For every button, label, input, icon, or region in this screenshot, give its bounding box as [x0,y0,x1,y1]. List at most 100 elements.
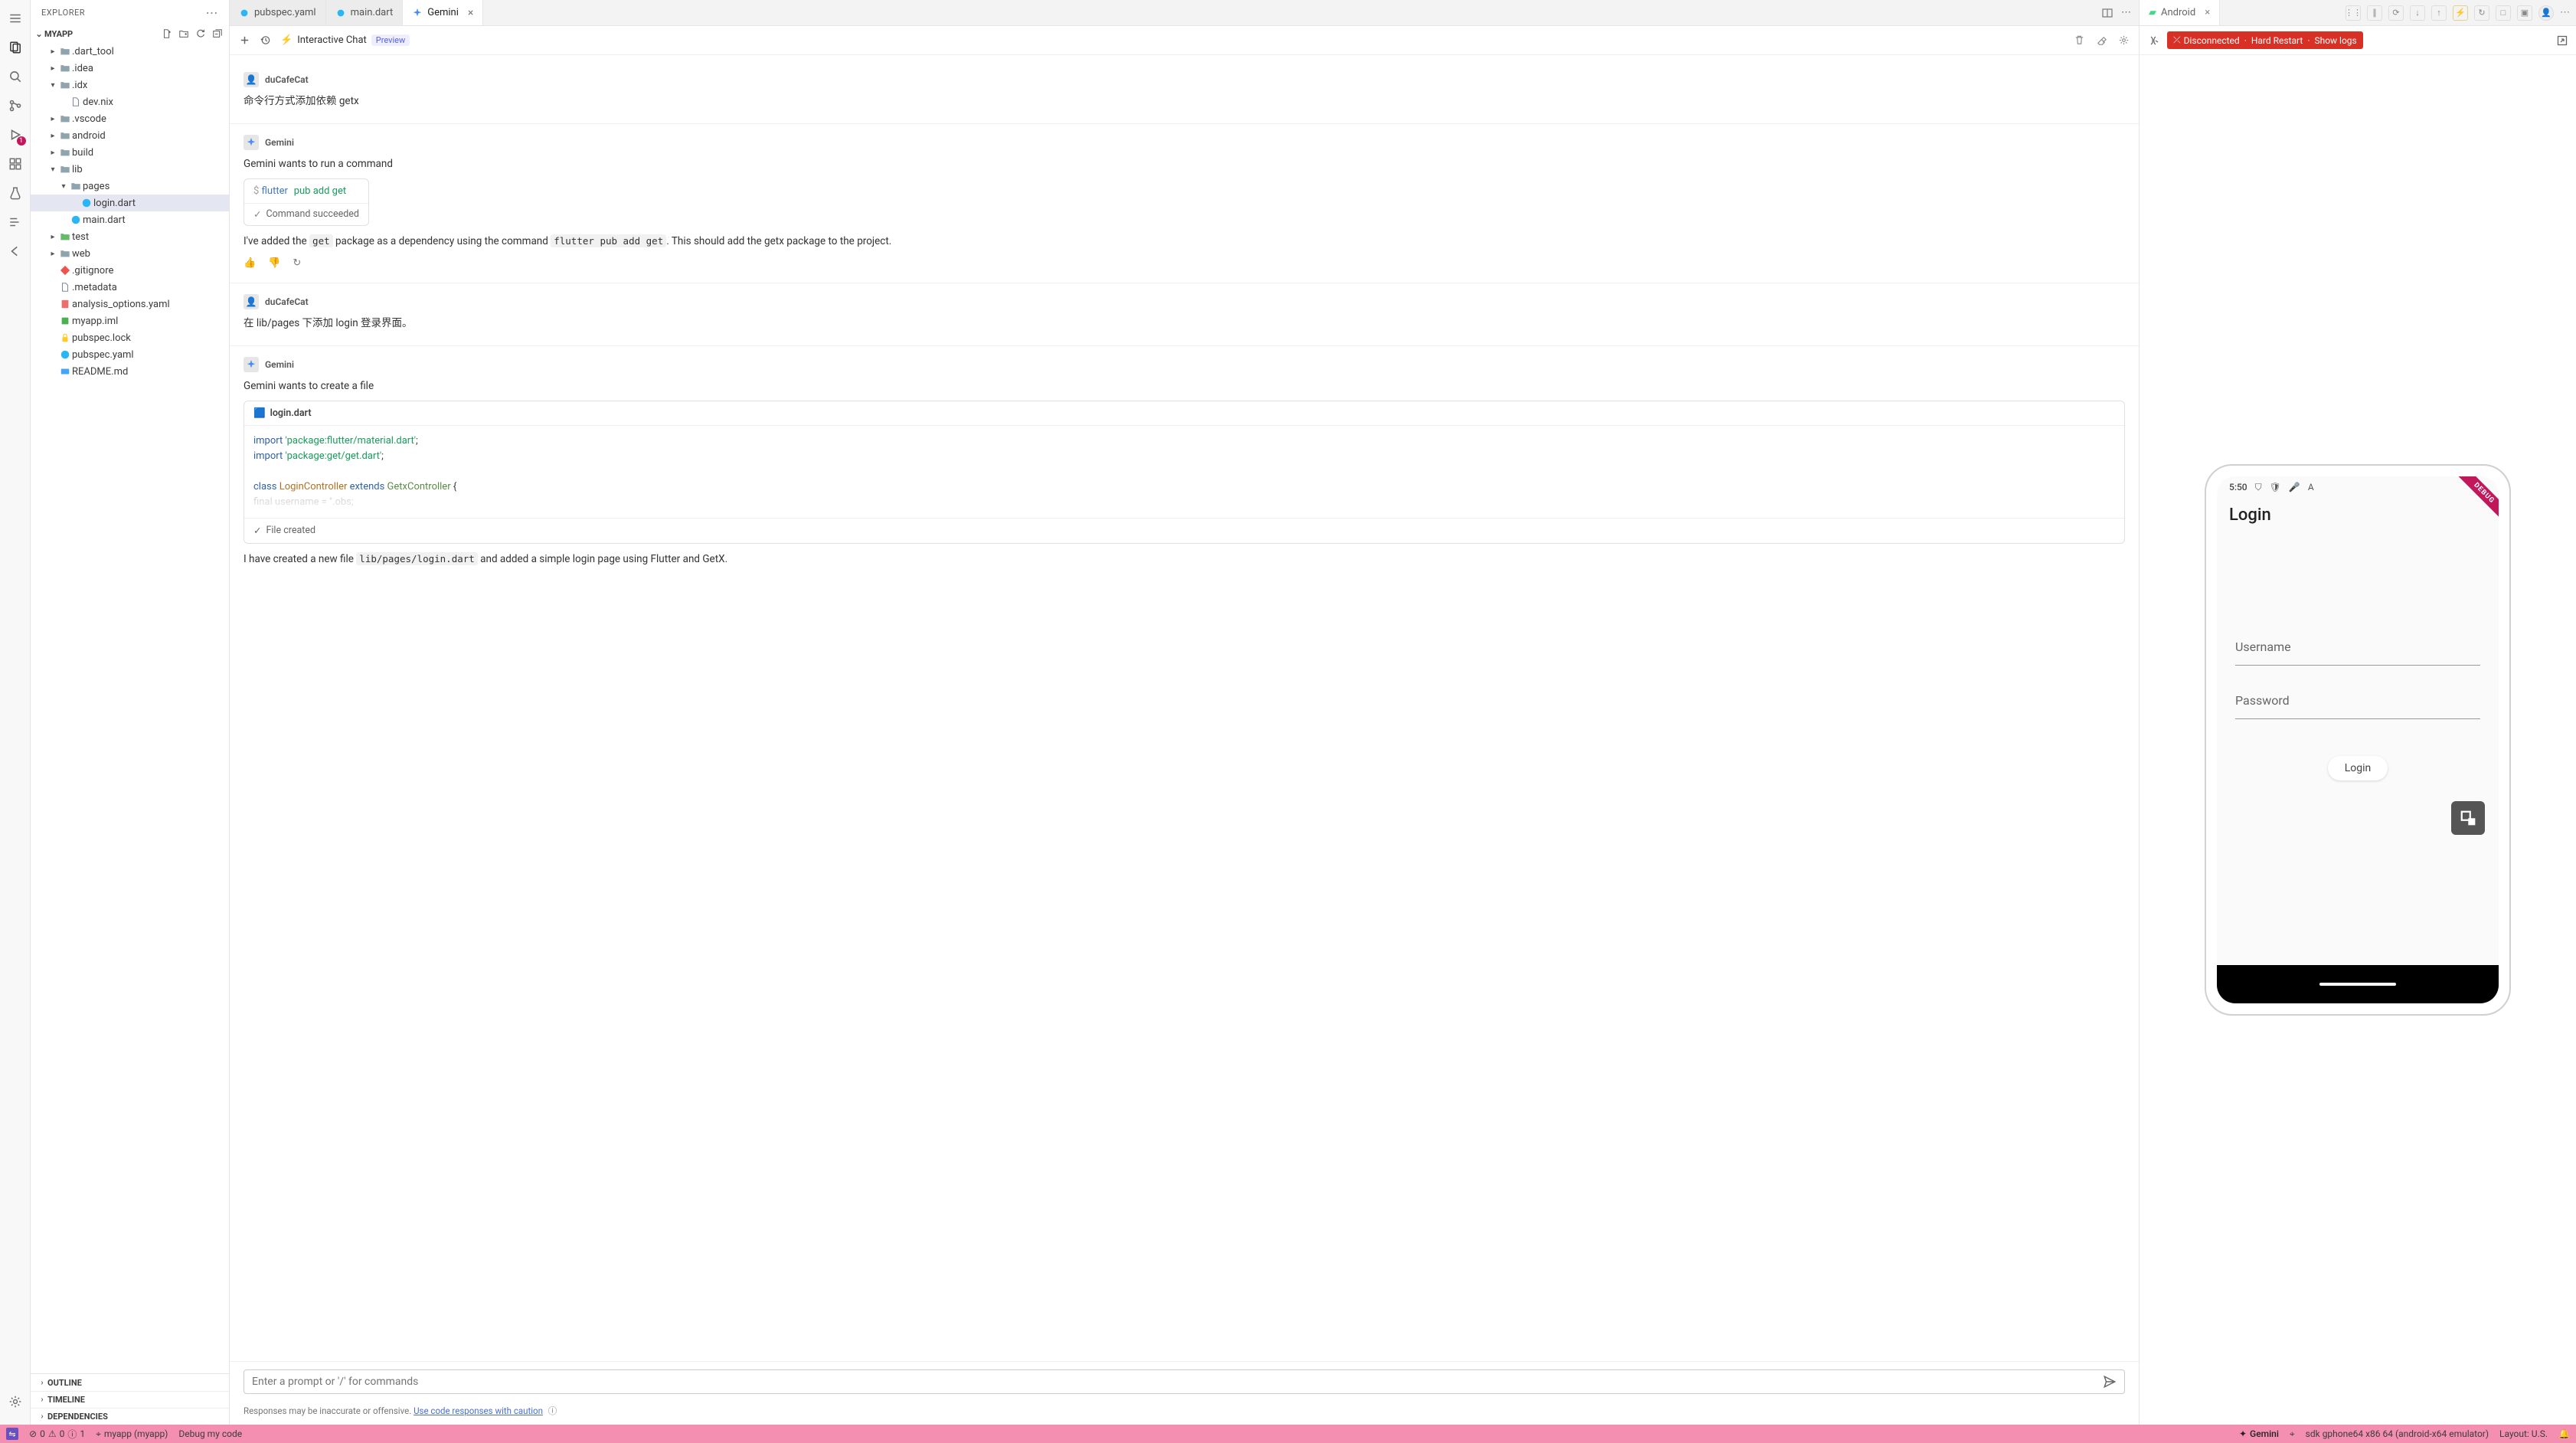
notifications-icon[interactable]: 🔔 [2558,1428,2570,1440]
tree-item[interactable]: pubspec.yaml [31,346,229,363]
tree-item[interactable]: ▸.vscode [31,110,229,127]
device-select-icon[interactable] [2147,34,2159,47]
tree-item[interactable]: ▸android [31,127,229,144]
preview-reload-icon[interactable]: ↻ [2474,5,2489,21]
preview-avatar-icon[interactable]: 👤 [2538,5,2554,21]
tree-item[interactable]: ▸.dart_tool [31,43,229,60]
source-control-icon[interactable] [3,93,28,118]
tree-item[interactable]: README.md [31,363,229,380]
tree-item[interactable]: .metadata [31,279,229,296]
settings-gear-icon[interactable] [3,1389,28,1414]
preview-mini-1-icon[interactable]: ⋮⋮ [2346,5,2361,21]
close-icon[interactable]: × [468,7,473,19]
command-card: $ flutter pub add get ✓Command succeeded [244,178,369,226]
device-indicator[interactable]: sdk gphone64 x86 64 (android-x64 emulato… [2306,1428,2489,1440]
connection-status[interactable]: ⤫ Disconnected Hard Restart Show logs [2167,31,2363,49]
timeline-section[interactable]: ›TIMELINE [31,1391,229,1408]
editor-more-icon[interactable]: ⋯ [2121,7,2131,18]
debug-indicator[interactable]: Debug my code [178,1428,242,1439]
preview-tab-android[interactable]: ▰ Android × [2140,0,2220,25]
info-icon[interactable]: ⓘ [548,1405,557,1416]
preview-pause-icon[interactable]: ∥ [2367,5,2382,21]
tree-item[interactable]: login.dart [31,195,229,211]
tree-item[interactable]: .gitignore [31,262,229,279]
activity-misc-icon[interactable] [3,210,28,234]
search-icon[interactable] [3,64,28,89]
preview-refresh-icon[interactable]: ⟳ [2388,5,2404,21]
chat-settings-icon[interactable] [2118,34,2130,46]
tree-item[interactable]: main.dart [31,211,229,228]
gemini-indicator[interactable]: ✦ Gemini [2239,1428,2279,1440]
explorer-sidebar: EXPLORER ⋯ ⌄ MYAPP [31,0,230,1425]
new-folder-icon[interactable] [178,28,189,39]
tree-item[interactable]: ▸test [31,228,229,245]
assistant-message: GeminiGemini wants to run a command $ fl… [230,123,2139,283]
username-field[interactable]: Username [2235,640,2480,666]
target-indicator[interactable]: ⌖ [2290,1428,2295,1440]
editor-tab[interactable]: pubspec.yaml [230,0,326,25]
regenerate-icon[interactable]: ↻ [293,257,301,269]
square-a-icon: A [2308,482,2314,492]
history-icon[interactable] [260,34,271,46]
explorer-title: EXPLORER [41,8,85,18]
chat-input-field[interactable] [252,1376,2097,1388]
tree-item[interactable]: analysis_options.yaml [31,296,229,312]
tree-item[interactable]: pubspec.lock [31,329,229,346]
refresh-icon[interactable] [195,28,206,39]
extensions-icon[interactable] [3,152,28,176]
explorer-icon[interactable] [3,35,28,60]
chat-toolbar: ⚡ Interactive Chat Preview [230,26,2139,55]
preview-more-icon[interactable]: ⋯ [2560,7,2570,18]
thumbs-down-icon[interactable]: 👎 [268,257,280,269]
testing-icon[interactable] [3,181,28,205]
open-external-icon[interactable] [2556,34,2568,47]
tree-item[interactable]: ▸build [31,144,229,161]
tree-item[interactable]: ▾lib [31,161,229,178]
tree-item[interactable]: ▸web [31,245,229,262]
project-indicator[interactable]: ⌖ myapp (myapp) [96,1428,168,1440]
tree-item[interactable]: myapp.iml [31,312,229,329]
collapse-all-icon[interactable] [212,28,223,39]
delete-chat-icon[interactable] [2074,34,2085,46]
project-name: MYAPP [44,29,73,39]
layout-indicator[interactable]: Layout: U.S. [2499,1428,2548,1440]
tree-item[interactable]: dev.nix [31,93,229,110]
chat-input[interactable] [244,1369,2125,1394]
password-field[interactable]: Password [2235,693,2480,719]
run-debug-icon[interactable]: 1 [3,123,28,147]
editor-area: pubspec.yamlmain.dartGemini× ⋯ ⚡ Interac… [230,0,2140,1425]
login-button[interactable]: Login [2328,756,2388,780]
new-chat-icon[interactable] [239,34,250,46]
user-message: 👤duCafeCat在 lib/pages 下添加 login 登录界面。 [230,283,2139,345]
eraser-icon[interactable] [2096,34,2107,46]
problems-indicator[interactable]: ⊘0 ⚠0 ⓘ1 [29,1428,85,1441]
outline-section[interactable]: ›OUTLINE [31,1374,229,1391]
project-header[interactable]: ⌄ MYAPP [31,25,229,43]
send-icon[interactable] [2103,1375,2117,1389]
editor-tab[interactable]: Gemini× [403,0,483,25]
preview-up-icon[interactable]: ↑ [2431,5,2447,21]
editor-tab[interactable]: main.dart [326,0,404,25]
tree-item[interactable]: ▾.idx [31,77,229,93]
thumbs-up-icon[interactable]: 👍 [244,257,256,269]
file-tree: ▸.dart_tool▸.idea▾.idxdev.nix▸.vscode▸an… [31,43,229,1373]
shield-outline-icon: ⛉ [2255,482,2262,493]
close-icon[interactable]: × [2205,7,2210,18]
new-file-icon[interactable] [162,28,172,39]
activity-collapse-icon[interactable] [3,239,28,263]
home-bar [2217,965,2499,1003]
preview-inspect-icon[interactable]: ▣ [2517,5,2532,21]
preview-stop-icon[interactable]: □ [2496,5,2511,21]
menu-icon[interactable] [3,6,28,31]
expand-preview-icon[interactable] [2451,801,2485,835]
remote-indicator[interactable]: ⇋ [6,1428,18,1440]
explorer-more-icon[interactable]: ⋯ [206,5,219,20]
split-editor-icon[interactable] [2101,7,2113,19]
preview-down-icon[interactable]: ↓ [2410,5,2425,21]
caution-link[interactable]: Use code responses with caution [414,1405,543,1416]
tree-item[interactable]: ▾pages [31,178,229,195]
chevron-down-icon: ⌄ [34,29,44,39]
dependencies-section[interactable]: ›DEPENDENCIES [31,1408,229,1425]
preview-lightning-icon[interactable]: ⚡ [2453,5,2468,21]
tree-item[interactable]: ▸.idea [31,60,229,77]
